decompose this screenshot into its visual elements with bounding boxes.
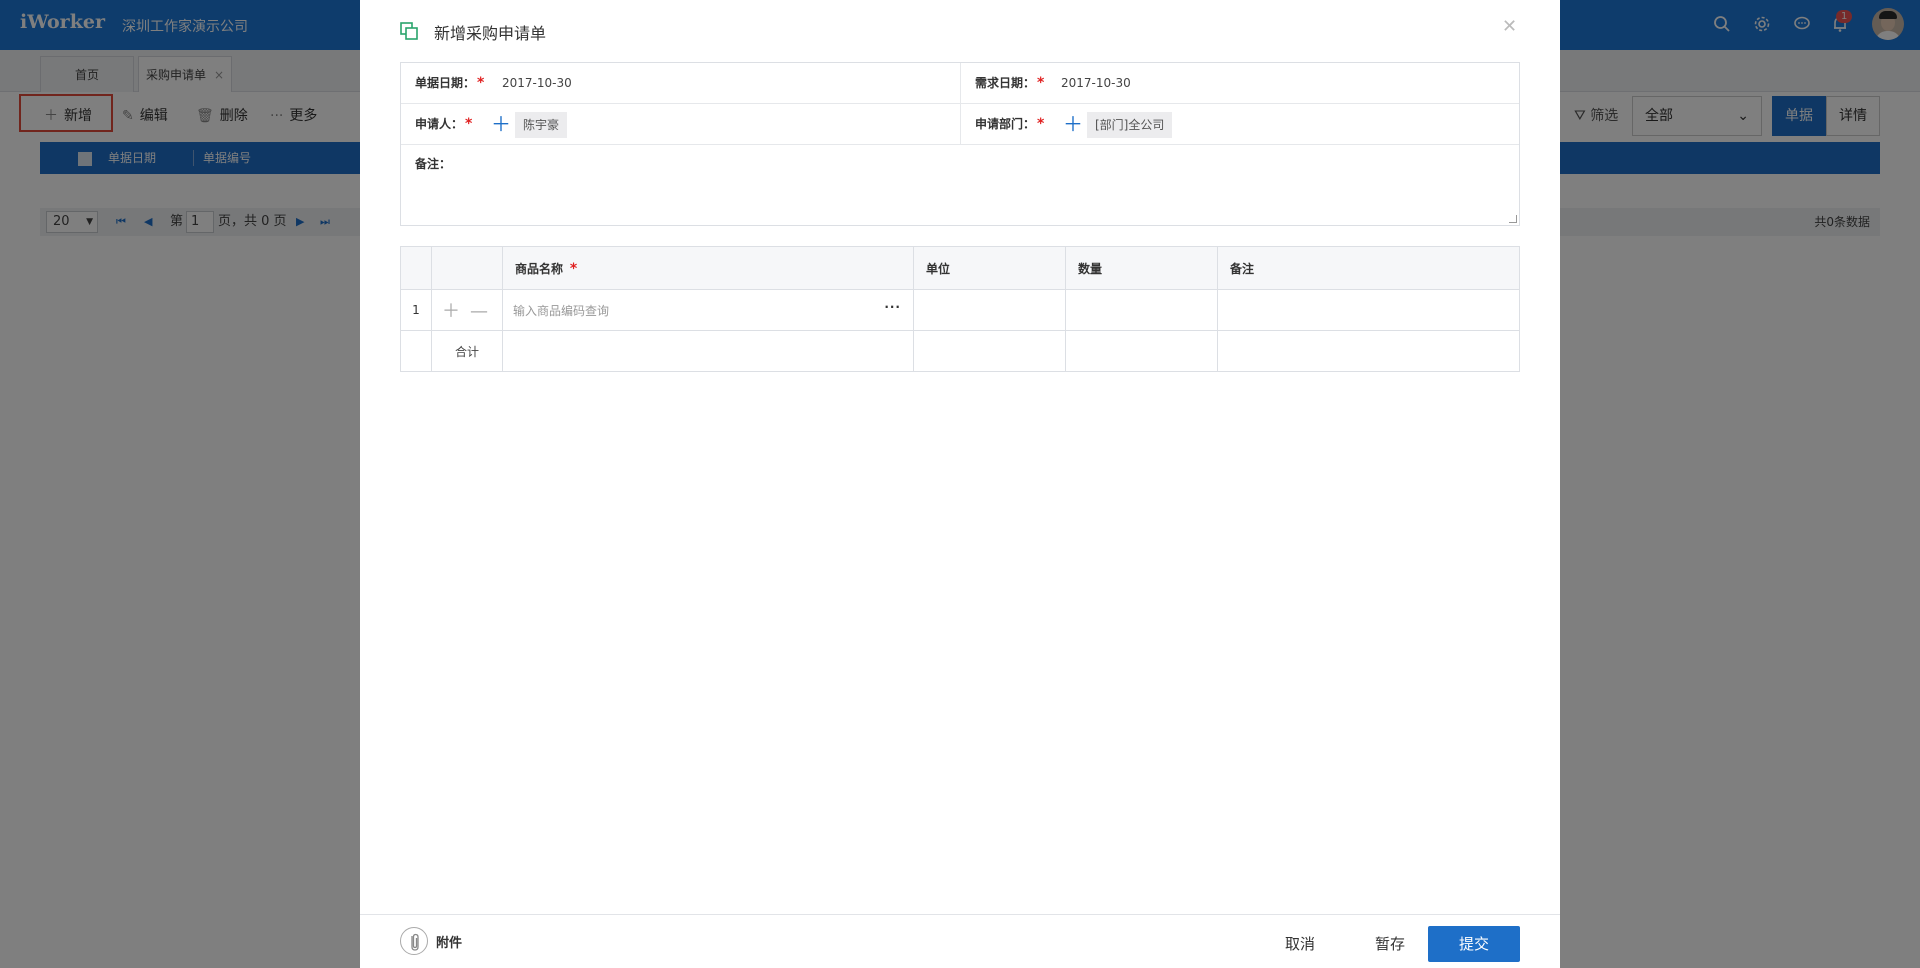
add-applicant-icon[interactable]: ＋ (491, 114, 511, 134)
summary-index (400, 330, 432, 372)
col-quantity: 数量 (1065, 246, 1218, 290)
required-mark: * (565, 260, 578, 277)
dept-label-text: 申请部门： (975, 117, 1036, 131)
applicant-chip[interactable]: 陈宇豪 (515, 112, 568, 138)
remove-row-icon[interactable]: — (470, 301, 488, 322)
dialog-title: 新增采购申请单 (434, 24, 547, 43)
add-row-icon[interactable]: ＋ (442, 301, 460, 322)
product-input[interactable]: 输入商品编码查询 ··· (502, 289, 914, 331)
col-product-name: 商品名称 * (502, 246, 914, 290)
required-mark: * (465, 116, 473, 132)
product-placeholder: 输入商品编码查询 (513, 303, 610, 318)
col-index (400, 246, 432, 290)
remark-label: 备注： (415, 157, 452, 171)
row-index: 1 (400, 289, 432, 331)
dept-chip[interactable]: [部门]全公司 (1087, 112, 1173, 138)
attachment-label[interactable]: 附件 (436, 932, 462, 951)
dialog-footer: 附件 取消 暂存 提交 (360, 914, 1560, 968)
summary-row: 合计 (400, 330, 1520, 372)
col-ops (431, 246, 503, 290)
summary-label: 合计 (431, 330, 503, 372)
copy-icon (400, 22, 418, 40)
unit-cell[interactable] (913, 289, 1066, 331)
summary-quantity (1065, 330, 1218, 372)
summary-unit (913, 330, 1066, 372)
quantity-cell[interactable] (1065, 289, 1218, 331)
doc-date-field[interactable]: 2017-10-30 (502, 63, 572, 104)
summary-product (502, 330, 914, 372)
applicant-label-text: 申请人： (415, 117, 464, 131)
table-header-row: 商品名称 * 单位 数量 备注 (400, 246, 1520, 290)
more-icon[interactable]: ··· (884, 300, 901, 314)
need-date-label: 需求日期： * (975, 63, 1044, 104)
close-icon[interactable]: ✕ (1502, 16, 1517, 37)
applicant-label: 申请人： * (415, 104, 472, 145)
table-row: 1 ＋ — 输入商品编码查询 ··· (400, 289, 1520, 331)
line-items-table: 商品名称 * 单位 数量 备注 1 ＋ — 输入商品编码查询 ··· 合计 (400, 246, 1520, 372)
add-dept-icon[interactable]: ＋ (1063, 114, 1083, 134)
submit-button[interactable]: 提交 (1428, 926, 1520, 962)
save-draft-button[interactable]: 暂存 (1350, 927, 1430, 961)
cancel-button[interactable]: 取消 (1260, 927, 1340, 961)
resize-handle[interactable] (1509, 215, 1517, 223)
new-purchase-request-dialog: 新增采购申请单 ✕ 单据日期： * 2017-10-30 需求日期： * 2017-… (360, 0, 1560, 968)
header-form: 单据日期： * 2017-10-30 需求日期： * 2017-10-30 申请人：… (400, 62, 1520, 226)
summary-remark (1217, 330, 1520, 372)
required-mark: * (1037, 116, 1045, 132)
col-unit: 单位 (913, 246, 1066, 290)
doc-date-label: 单据日期： * (415, 63, 484, 104)
col-remark: 备注 (1217, 246, 1520, 290)
need-date-field[interactable]: 2017-10-30 (1061, 63, 1131, 104)
dept-label: 申请部门： * (975, 104, 1044, 145)
required-mark: * (477, 75, 485, 91)
paperclip-icon[interactable] (400, 927, 428, 955)
remark-cell[interactable] (1217, 289, 1520, 331)
doc-date-label-text: 单据日期： (415, 76, 476, 90)
need-date-label-text: 需求日期： (975, 76, 1036, 90)
row-ops: ＋ — (431, 289, 503, 331)
required-mark: * (1037, 75, 1045, 91)
col-product-name-label: 商品名称 (515, 261, 564, 276)
